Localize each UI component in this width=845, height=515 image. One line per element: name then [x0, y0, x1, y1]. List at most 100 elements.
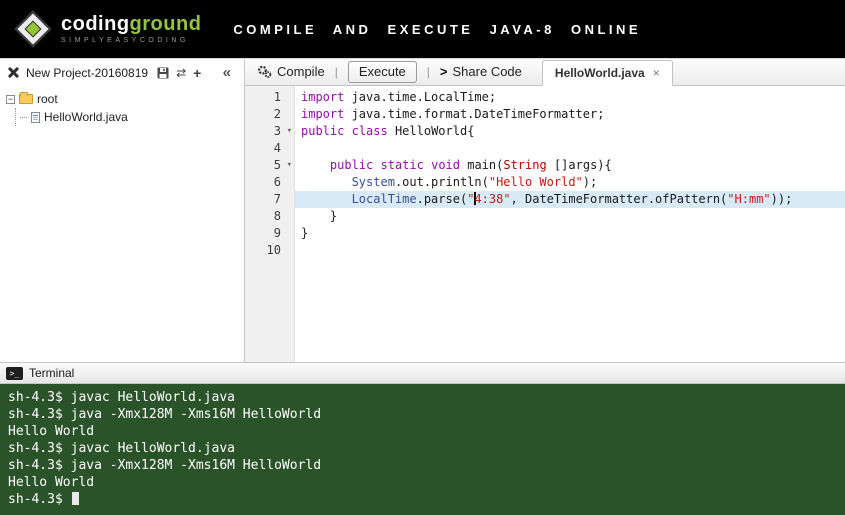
code-token: import [301, 107, 345, 121]
project-sidebar: New Project-20160819 ⇄ + « − root HelloW… [0, 59, 245, 362]
fold-arrow-icon[interactable]: ▾ [287, 123, 292, 140]
code-line[interactable]: } [295, 208, 845, 225]
toolbar-buttons: Compile | Execute | > Share Code HelloWo… [257, 58, 673, 86]
codingground-logo-icon [14, 10, 52, 48]
editor-toolbar: Compile | Execute | > Share Code HelloWo… [245, 59, 845, 86]
tree-node-file[interactable]: HelloWorld.java [20, 108, 238, 126]
file-icon [31, 111, 40, 123]
toolbar-separator: | [426, 64, 430, 79]
gutter-line-number: 9 [273, 226, 281, 240]
tree-root-label[interactable]: root [37, 92, 58, 106]
code-line[interactable]: public class HelloWorld{ [295, 123, 845, 140]
code-line[interactable] [295, 242, 845, 259]
code-token: LocalTime [351, 192, 417, 206]
logo-tagline: SIMPLYEASYCODING [61, 37, 189, 44]
gutter-line-number: 4 [273, 141, 281, 155]
terminal-line: sh-4.3$ javac HelloWorld.java [8, 390, 235, 405]
code-token: ); [582, 175, 598, 189]
tree-expander-icon[interactable]: − [6, 94, 15, 104]
collapse-panel-icon[interactable]: « [223, 64, 237, 81]
code-token: main( [460, 158, 504, 172]
terminal-title: Terminal [29, 366, 75, 380]
editor-column: Compile | Execute | > Share Code HelloWo… [245, 59, 845, 362]
logo-wordmark: codingground [61, 14, 201, 34]
tab-label: HelloWorld.java [554, 65, 645, 80]
code-token: "H:mm" [727, 192, 771, 206]
terminal-line: sh-4.3$ java -Xmx128M -Xms16M HelloWorld [8, 407, 322, 422]
logo-word-ground: ground [129, 13, 202, 35]
sync-project-icon[interactable]: ⇄ [176, 67, 186, 79]
code-token: HelloWorld{ [387, 124, 475, 138]
code-line-active[interactable]: LocalTime.parse("4:38", DateTimeFormatte… [295, 191, 845, 208]
code-token: public [329, 158, 374, 172]
gears-icon [258, 65, 272, 78]
code-token: String [503, 158, 547, 172]
gutter-line-number: 7 [273, 192, 281, 206]
page-title: COMPILE AND EXECUTE JAVA-8 ONLINE [233, 21, 642, 37]
code-token: .parse( [416, 192, 468, 206]
site-header: codingground SIMPLYEASYCODING COMPILE AN… [0, 0, 845, 58]
fold-arrow-icon[interactable]: ▾ [287, 157, 292, 174]
code-token: java.time.format.DateTimeFormatter; [344, 107, 605, 121]
code-line[interactable]: } [295, 225, 845, 242]
code-token: class [351, 124, 388, 138]
terminal-header: >_ Terminal [0, 362, 845, 384]
code-line[interactable]: import java.time.format.DateTimeFormatte… [295, 106, 845, 123]
code-token: java.time.LocalTime; [344, 90, 497, 104]
project-header: New Project-20160819 ⇄ + « [0, 59, 244, 86]
app-window: codingground SIMPLYEASYCODING COMPILE AN… [0, 0, 845, 515]
gutter-line-number: 2 [273, 107, 281, 121]
tree-node-root[interactable]: − root [6, 90, 238, 108]
code-editor[interactable]: 1 2 3 ▾ 4 5 ▾ 6 7 8 9 10 import java.time.LocalTime… [245, 86, 845, 362]
file-tree: − root HelloWorld.java [0, 86, 244, 130]
terminal-line: Hello World [8, 424, 95, 439]
terminal-line: Hello World [8, 475, 95, 490]
logo[interactable]: codingground SIMPLYEASYCODING [14, 10, 201, 48]
code-line[interactable] [295, 140, 845, 157]
code-line[interactable]: public static void main(String []args){ [295, 157, 845, 174]
execute-button[interactable]: Execute [347, 60, 417, 83]
editor-lines[interactable]: import java.time.LocalTime; import java.t… [295, 86, 845, 362]
code-token: .out.println( [394, 175, 489, 189]
project-name: New Project-20160819 [26, 65, 149, 80]
save-icon[interactable] [157, 67, 169, 79]
terminal-cursor [71, 492, 79, 505]
code-token: []args){ [546, 158, 612, 172]
terminal-output[interactable]: sh-4.3$ javac HelloWorld.java sh-4.3$ jav… [0, 384, 845, 515]
tree-file-label[interactable]: HelloWorld.java [44, 110, 128, 124]
gutter-line-number: 5 ▾ [273, 157, 292, 174]
code-token: } [301, 226, 309, 240]
code-token: } [301, 209, 338, 223]
code-token: public [301, 124, 345, 138]
code-token: static [380, 158, 424, 172]
terminal-icon: >_ [6, 366, 23, 380]
tree-children: HelloWorld.java [15, 108, 238, 126]
tab-close-icon[interactable]: × [653, 66, 660, 80]
code-line[interactable]: System.out.println("Hello World"); [295, 174, 845, 191]
gutter-line-number: 10 [266, 243, 281, 257]
terminal-line: sh-4.3$ [8, 491, 837, 508]
code-token: , DateTimeFormatter.ofPattern( [510, 192, 728, 206]
gutter-line-number: 8 [273, 209, 281, 223]
code-token: )); [770, 192, 793, 206]
share-label: Share Code [452, 64, 522, 79]
compile-button[interactable]: Compile [257, 64, 325, 79]
share-code-button[interactable]: > Share Code [440, 64, 522, 79]
gutter-line-number: 6 [273, 175, 281, 189]
code-token: import [301, 90, 345, 104]
code-token: "Hello World" [488, 175, 583, 189]
code-token: 4:38" [474, 192, 511, 206]
code-token: System [351, 175, 395, 189]
folder-icon [19, 92, 33, 104]
tab-helloworld-java[interactable]: HelloWorld.java × [541, 59, 673, 86]
project-tools-icon[interactable] [7, 66, 19, 79]
add-file-icon[interactable]: + [193, 66, 201, 80]
code-line[interactable]: import java.time.LocalTime; [295, 89, 845, 106]
logo-word-coding: coding [61, 13, 130, 35]
